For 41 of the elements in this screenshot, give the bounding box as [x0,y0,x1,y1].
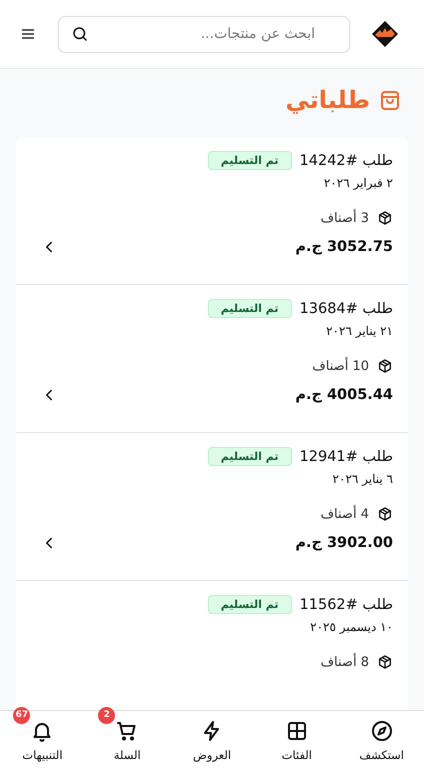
item-count: 4 أصناف [320,506,369,522]
item-count: 8 أصناف [320,654,369,670]
item-count: 3 أصناف [320,210,369,226]
nav-label: السلة [114,748,141,762]
logo-icon[interactable] [372,21,398,47]
order-date: ٢ فبراير ٢٠٢٦ [322,176,393,190]
shopping-bag-icon [378,88,402,112]
search-input[interactable]: ابحث عن منتجات... [97,25,317,43]
nav-label: العروض [192,748,232,762]
nav-item[interactable]: استكشف [339,711,424,770]
order-date: ٢١ يناير ٢٠٢٦ [325,324,393,338]
nav-label: الفئات [282,748,312,762]
status-badge: تم التسليم [208,595,292,614]
order-total: 3902.00 ج.م [295,535,393,551]
order-title: طلب #11562 [300,596,393,612]
nav-label: التنبيهات [22,748,63,762]
menu-icon[interactable] [20,26,36,42]
status-badge: تم التسليم [208,151,292,170]
nav-item[interactable]: العروض [170,711,254,770]
order-total: 4005.44 ج.م [295,387,393,403]
search-field[interactable]: ابحث عن منتجات... [58,16,350,52]
status-badge: تم التسليم [208,447,292,466]
order-title: طلب #13684 [300,300,393,316]
item-count: 10 أصناف [312,358,369,374]
search-icon[interactable] [71,25,89,43]
nav-label: استكشف [359,748,404,762]
count-badge: 2 [98,707,116,724]
page-title: طلباتي [285,85,370,115]
box-icon [377,358,393,374]
order-title: طلب #12941 [300,448,393,464]
order-date: ٦ يناير ٢٠٢٦ [332,472,393,486]
nav-item[interactable]: الفئات [254,711,340,770]
box-icon [377,654,393,670]
box-icon [377,506,393,522]
compass-icon[interactable] [370,719,394,743]
order-total: 3052.75 ج.م [295,239,393,255]
order-date: ١٠ ديسمبر ٢٠٢٥ [309,620,393,634]
order-title: طلب #14242 [300,152,393,168]
count-badge: 67 [13,707,30,724]
box-icon [377,210,393,226]
status-badge: تم التسليم [208,299,292,318]
